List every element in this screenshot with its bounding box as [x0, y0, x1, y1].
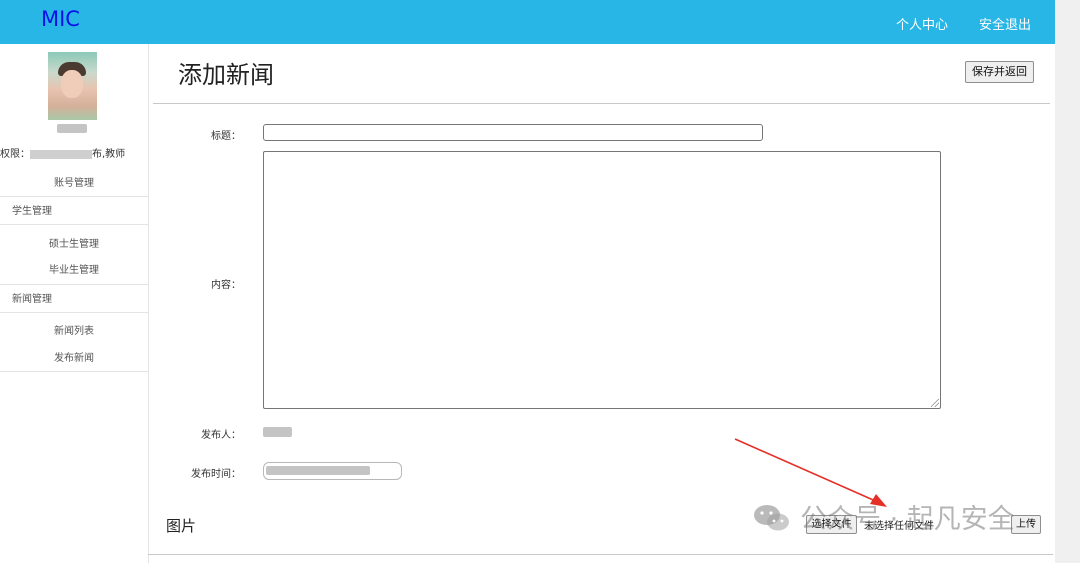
save-and-return-button[interactable]: 保存并返回	[965, 61, 1034, 83]
sidebar-item-news-list[interactable]: 新闻列表	[0, 322, 148, 337]
title-label: 标题：	[211, 131, 241, 142]
sidebar-group-news[interactable]: 新闻管理	[0, 284, 148, 313]
header-divider	[153, 103, 1050, 104]
publish-time-label: 发布时间：	[191, 469, 241, 480]
content-textarea[interactable]	[263, 151, 941, 409]
user-name-redacted	[57, 124, 87, 133]
nav-profile-link[interactable]: 个人中心	[896, 14, 948, 33]
content-label: 内容：	[211, 280, 241, 291]
section-divider	[148, 554, 1053, 555]
publisher-label: 发布人：	[201, 430, 241, 441]
permission-redacted	[30, 149, 92, 159]
page-scrollbar[interactable]	[1055, 0, 1080, 563]
sidebar: 权限： 布,教师 账号管理 学生管理 硕士生管理 毕业生管理 新闻管理 新闻列表 …	[0, 44, 149, 563]
user-avatar	[48, 52, 97, 120]
sidebar-group-students[interactable]: 学生管理	[0, 196, 148, 225]
upload-button[interactable]: 上传	[1011, 515, 1041, 534]
permission-prefix: 权限：	[0, 149, 30, 160]
textarea-resize-handle[interactable]	[931, 399, 939, 407]
page-title: 添加新闻	[178, 61, 274, 89]
sidebar-item-account[interactable]: 账号管理	[0, 174, 148, 189]
permission-suffix: 布,教师	[92, 149, 126, 160]
publish-time-input[interactable]	[263, 462, 402, 480]
sidebar-divider	[0, 371, 148, 372]
top-navbar: MIC 个人中心 安全退出	[0, 0, 1055, 44]
publish-time-redacted	[266, 466, 370, 475]
publisher-value-redacted	[263, 427, 292, 437]
sidebar-item-masters[interactable]: 硕士生管理	[0, 235, 148, 250]
sidebar-item-graduates[interactable]: 毕业生管理	[0, 261, 148, 276]
avatar-face	[61, 70, 83, 98]
title-input[interactable]	[263, 124, 763, 141]
sidebar-item-publish-news[interactable]: 发布新闻	[0, 349, 148, 364]
watermark-text: 公众号 · 起凡安全	[800, 504, 1015, 535]
user-permission-line: 权限： 布,教师	[0, 145, 148, 160]
image-section-title: 图片	[166, 517, 197, 535]
wechat-icon	[754, 505, 789, 531]
app-logo[interactable]: MIC	[41, 7, 80, 31]
nav-logout-link[interactable]: 安全退出	[979, 14, 1031, 33]
